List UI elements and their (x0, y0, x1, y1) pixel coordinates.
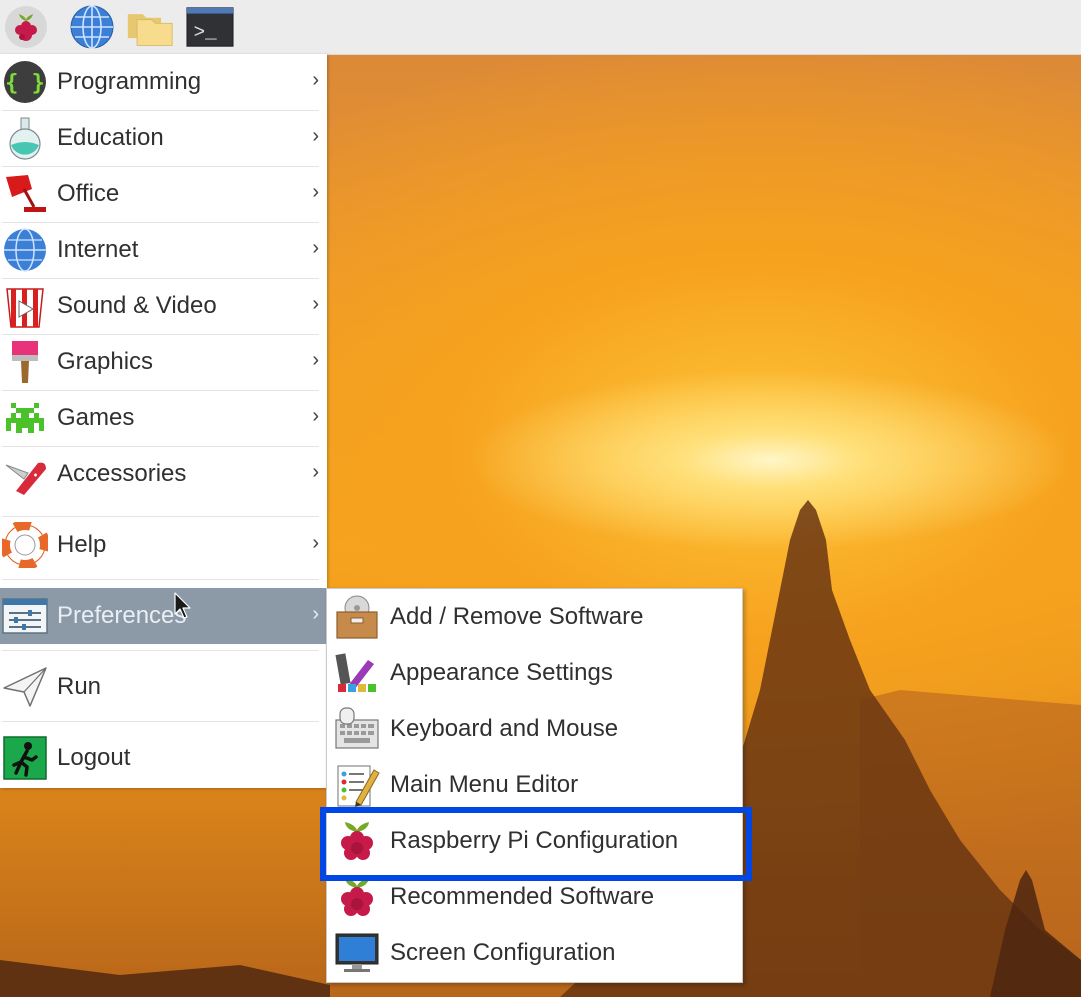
menu-item-label: Sound & Video (57, 292, 217, 319)
submenu-item-label: Main Menu Editor (390, 771, 579, 798)
education-flask-icon (9, 117, 41, 160)
submenu-arrow-icon: › (312, 603, 319, 625)
raspberry-menu-icon (5, 6, 47, 48)
appearance-palette-icon (335, 653, 376, 692)
submenu-item-label: Appearance Settings (390, 659, 613, 686)
menu-item-label: Logout (57, 744, 131, 771)
submenu-item-screen-configuration[interactable]: Screen Configuration (327, 925, 742, 981)
submenu-arrow-icon: › (312, 532, 319, 554)
submenu-arrow-icon: › (312, 181, 319, 203)
submenu-item-keyboard-and-mouse[interactable]: Keyboard and Mouse (327, 701, 742, 757)
taskbar: >_ (0, 0, 1081, 55)
submenu-item-label: Screen Configuration (390, 939, 616, 966)
submenu-item-label: Recommended Software (390, 883, 655, 910)
monitor-icon (335, 933, 379, 972)
menu-item-label: Internet (57, 236, 139, 263)
submenu-arrow-icon: › (312, 237, 319, 259)
terminal-button[interactable]: >_ (186, 3, 234, 51)
preferences-sliders-icon (2, 598, 48, 634)
submenu-arrow-icon: › (312, 405, 319, 427)
menu-item-help[interactable]: Help › (0, 517, 327, 573)
menu-item-sound-video[interactable]: Sound & Video › (0, 278, 327, 334)
menu-item-label: Help (57, 531, 107, 558)
submenu-arrow-icon: › (312, 69, 319, 91)
menu-item-label: Programming (57, 68, 202, 95)
submenu-arrow-icon: › (312, 293, 319, 315)
raspberry-menu-button[interactable] (2, 3, 50, 51)
submenu-item-main-menu-editor[interactable]: Main Menu Editor (327, 757, 742, 813)
menu-divider (2, 579, 319, 580)
menu-item-run[interactable]: Run (0, 659, 327, 715)
submenu-item-appearance-settings[interactable]: Appearance Settings (327, 645, 742, 701)
keyboard-mouse-icon (335, 707, 379, 749)
submenu-item-label: Add / Remove Software (390, 603, 644, 630)
menu-item-label: Games (57, 404, 135, 431)
menu-item-preferences[interactable]: Preferences › (0, 588, 327, 644)
submenu-arrow-icon: › (312, 461, 319, 483)
accessories-knife-icon (5, 462, 46, 495)
submenu-item-label: Keyboard and Mouse (390, 715, 619, 742)
menu-divider (2, 650, 319, 651)
submenu-arrow-icon: › (312, 125, 319, 147)
file-manager-button[interactable] (126, 3, 174, 51)
menu-item-label: Graphics (57, 348, 154, 375)
logout-exit-icon (3, 736, 47, 780)
menu-item-label: Office (57, 180, 120, 207)
preferences-submenu: Add / Remove Software Appearance Setting… (326, 588, 743, 983)
web-browser-icon (70, 5, 114, 49)
menu-item-accessories[interactable]: Accessories › (0, 446, 327, 502)
menu-item-label: Education (57, 124, 164, 151)
terminal-prompt: >_ (194, 22, 218, 44)
web-browser-button[interactable] (68, 3, 116, 51)
main-menu: { } Programming › Education › Office › I… (0, 54, 327, 788)
sound-video-popcorn-icon (6, 288, 44, 328)
run-paper-plane-icon (3, 667, 47, 707)
svg-text:{ }: { } (5, 71, 45, 96)
menu-item-label: Run (57, 673, 102, 700)
menu-item-office[interactable]: Office › (0, 166, 327, 222)
menu-item-programming[interactable]: { } Programming › (0, 54, 327, 110)
file-manager-icon (127, 14, 173, 46)
menu-editor-icon (337, 765, 380, 807)
highlight-box (320, 807, 752, 881)
menu-item-games[interactable]: Games › (0, 390, 327, 446)
menu-divider (2, 721, 319, 722)
games-invader-icon (6, 403, 44, 433)
graphics-brush-icon (12, 341, 38, 383)
mouse-cursor-icon (174, 592, 191, 619)
menu-item-label: Preferences (57, 602, 187, 629)
menu-item-label: Accessories (57, 460, 187, 487)
menu-item-education[interactable]: Education › (0, 110, 327, 166)
office-lamp-icon (6, 175, 46, 212)
programming-icon: { } (4, 61, 46, 103)
menu-item-logout[interactable]: Logout (0, 730, 327, 786)
terminal-icon: >_ (186, 7, 234, 47)
menu-item-graphics[interactable]: Graphics › (0, 334, 327, 390)
menu-item-internet[interactable]: Internet › (0, 222, 327, 278)
submenu-arrow-icon: › (312, 349, 319, 371)
help-lifebuoy-icon (2, 522, 48, 568)
software-package-icon (336, 595, 378, 639)
submenu-item-add-remove-software[interactable]: Add / Remove Software (327, 589, 742, 645)
internet-globe-icon (4, 228, 46, 272)
